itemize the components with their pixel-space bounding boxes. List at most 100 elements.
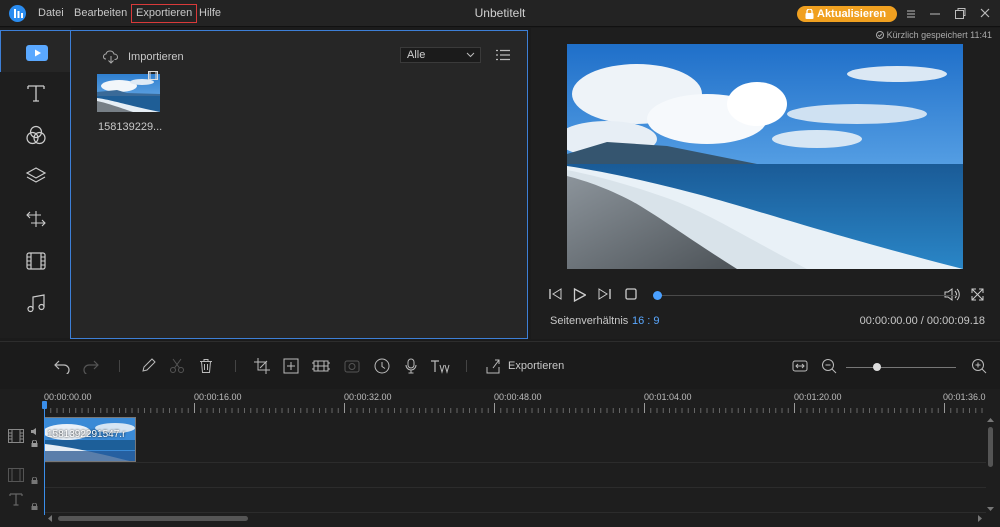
import-button[interactable]: Importieren <box>128 51 184 63</box>
overlay-track-icon <box>8 468 24 482</box>
video-preview[interactable] <box>567 44 963 269</box>
timeline-ruler[interactable]: 00:00:00.00 00:00:16.00 00:00:32.00 00:0… <box>44 389 1000 413</box>
undo-icon[interactable] <box>54 358 70 374</box>
ruler-label: 00:00:00.00 <box>44 392 92 402</box>
check-circle-icon <box>876 31 885 39</box>
track-lock-icon[interactable] <box>31 477 38 484</box>
video-clip[interactable]: 1581392291547.r <box>44 417 136 462</box>
menu-hilfe[interactable]: Hilfe <box>199 6 221 21</box>
text-icon[interactable] <box>24 81 48 105</box>
microphone-icon[interactable] <box>403 358 419 374</box>
time-display: 00:00:00.00 / 00:00:09.18 <box>859 315 985 327</box>
upgrade-label: Aktualisieren <box>817 8 887 20</box>
toolbar-divider <box>119 360 120 372</box>
redo-icon[interactable] <box>83 358 99 374</box>
list-view-icon[interactable] <box>496 49 510 61</box>
playhead-handle[interactable] <box>42 401 47 409</box>
tool-media-tab[interactable] <box>0 30 71 72</box>
track-volume-icon[interactable] <box>31 428 39 435</box>
scroll-left-icon[interactable] <box>48 515 53 522</box>
menu-icon[interactable] <box>904 6 918 20</box>
video-track[interactable] <box>0 415 986 463</box>
zoom-in-icon[interactable] <box>971 358 987 374</box>
save-status: Kürzlich gespeichert 11:41 <box>876 30 992 40</box>
media-item-name: 158139229... <box>98 121 163 133</box>
export-icon[interactable] <box>485 358 501 374</box>
ruler-label: 00:01:20.00 <box>794 392 842 402</box>
filter-value: Alle <box>407 49 426 61</box>
ruler-label: 00:01:36.0 <box>943 392 986 402</box>
zoom-out-icon[interactable] <box>821 358 837 374</box>
element-icon[interactable] <box>24 249 48 273</box>
ruler-label: 00:00:48.00 <box>494 392 542 402</box>
overlay-track[interactable] <box>0 463 986 488</box>
video-track-icon <box>8 429 24 443</box>
toolbar-divider <box>235 360 236 372</box>
zoom-slider[interactable] <box>846 367 956 368</box>
ruler-label: 00:01:04.00 <box>644 392 692 402</box>
scroll-down-icon[interactable] <box>987 507 994 512</box>
clip-label: 1581392291547.r <box>47 429 126 440</box>
chevron-down-icon <box>466 52 475 58</box>
freeze-frame-icon[interactable] <box>312 358 330 374</box>
next-frame-icon[interactable] <box>598 288 611 300</box>
transition-icon[interactable] <box>24 207 48 231</box>
export-button[interactable]: Exportieren <box>508 360 564 372</box>
video-type-icon <box>148 71 158 80</box>
track-lock-icon[interactable] <box>31 503 38 510</box>
media-library-panel: Importieren Alle 158139229... <box>70 30 528 339</box>
delete-icon[interactable] <box>198 358 214 374</box>
text-to-speech-icon[interactable] <box>430 358 452 374</box>
edit-icon[interactable] <box>140 358 156 374</box>
playhead[interactable] <box>44 401 45 515</box>
lock-icon <box>805 9 814 19</box>
menu-bearbeiten[interactable]: Bearbeiten <box>74 6 127 21</box>
fit-timeline-icon[interactable] <box>792 358 808 374</box>
app-logo-icon <box>9 5 26 22</box>
edit-toolbar: Exportieren <box>0 341 1000 389</box>
scroll-up-icon[interactable] <box>987 418 994 423</box>
previous-frame-icon[interactable] <box>549 288 562 300</box>
stop-icon[interactable] <box>625 288 637 300</box>
toolbar-divider <box>466 360 467 372</box>
mosaic-icon[interactable] <box>283 358 299 374</box>
save-status-text: Kürzlich gespeichert 11:41 <box>886 30 992 40</box>
crop-icon[interactable] <box>254 358 270 374</box>
snapshot-icon[interactable] <box>344 358 360 374</box>
overlay-icon[interactable] <box>24 165 48 189</box>
close-icon[interactable] <box>978 6 992 20</box>
aspect-ratio-label: Seitenverhältnis <box>550 315 629 327</box>
import-icon[interactable] <box>103 50 119 64</box>
media-filter-select[interactable]: Alle <box>400 47 481 63</box>
restore-icon[interactable] <box>953 6 967 20</box>
timeline: 00:00:00.00 00:00:16.00 00:00:32.00 00:0… <box>0 389 1000 527</box>
tool-column <box>0 28 71 338</box>
vertical-scrollbar[interactable] <box>988 427 993 467</box>
aspect-ratio-value[interactable]: 16 : 9 <box>632 315 660 327</box>
playback-controls <box>531 283 1000 303</box>
progress-track[interactable] <box>657 295 957 296</box>
title-bar: Datei Bearbeiten Exportieren Hilfe Unbet… <box>0 0 1000 27</box>
text-track-icon <box>9 492 23 506</box>
menu-exportieren[interactable]: Exportieren <box>131 4 198 23</box>
horizontal-scrollbar[interactable] <box>58 516 248 521</box>
zoom-slider-handle[interactable] <box>873 363 881 371</box>
play-icon[interactable] <box>573 288 586 302</box>
speed-icon[interactable] <box>374 358 390 374</box>
preview-panel: Kürzlich gespeichert 11:41 Seitenverhält… <box>531 28 1000 339</box>
text-track[interactable] <box>0 488 986 513</box>
cut-icon[interactable] <box>169 358 185 374</box>
ruler-label: 00:00:32.00 <box>344 392 392 402</box>
media-icon <box>26 45 48 61</box>
music-icon[interactable] <box>24 291 48 315</box>
track-lock-icon[interactable] <box>31 440 38 447</box>
filter-icon[interactable] <box>24 123 48 147</box>
minimize-icon[interactable] <box>928 6 942 20</box>
scroll-right-icon[interactable] <box>978 515 983 522</box>
menu-datei[interactable]: Datei <box>38 6 64 21</box>
progress-handle[interactable] <box>653 291 662 300</box>
track-headers <box>0 415 44 527</box>
fullscreen-icon[interactable] <box>971 288 984 301</box>
upgrade-button[interactable]: Aktualisieren <box>797 6 897 22</box>
ruler-label: 00:00:16.00 <box>194 392 242 402</box>
